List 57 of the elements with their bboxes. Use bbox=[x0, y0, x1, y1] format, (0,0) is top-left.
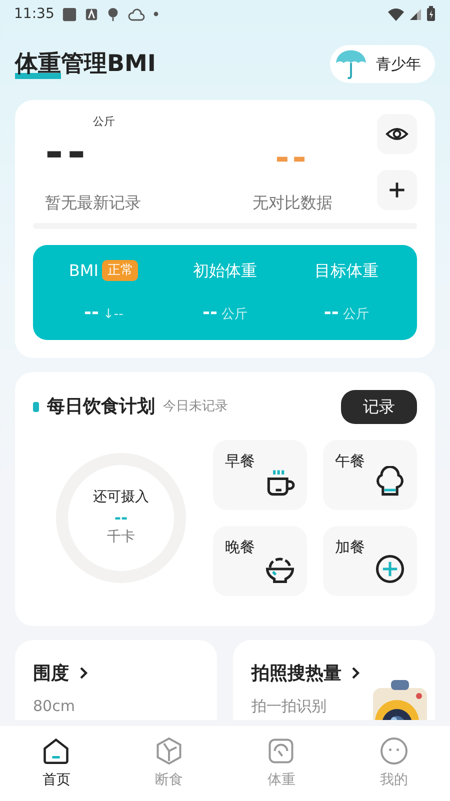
stat-label: BMI bbox=[68, 260, 98, 282]
accent-mark bbox=[33, 402, 39, 412]
chevron-right-icon bbox=[349, 666, 362, 680]
plus-circle-icon bbox=[373, 552, 407, 586]
app-icon bbox=[62, 6, 78, 22]
status-time: 11:35 bbox=[14, 4, 54, 24]
wifi-icon bbox=[387, 6, 405, 22]
stat-label: 目标体重 bbox=[314, 260, 378, 282]
meal-label: 加餐 bbox=[335, 536, 366, 558]
weight-value: -- bbox=[45, 130, 91, 174]
dot-icon bbox=[153, 11, 160, 17]
page-title: 体重管理BMI bbox=[15, 50, 156, 81]
battery-icon bbox=[426, 6, 436, 22]
latest-record-text: 暂无最新记录 bbox=[45, 192, 142, 214]
ring-label: 还可摄入 bbox=[93, 488, 149, 507]
section-title: 每日饮食计划 bbox=[47, 395, 155, 419]
signal-icon bbox=[409, 7, 422, 21]
visibility-button[interactable] bbox=[377, 114, 417, 154]
app-icon bbox=[85, 8, 98, 20]
home-icon bbox=[41, 736, 72, 766]
umbrella-icon bbox=[334, 48, 368, 80]
feature-card[interactable]: 拍照搜热量 拍一拍识别 bbox=[233, 640, 435, 720]
weather-icon bbox=[106, 6, 120, 22]
chevron-right-icon bbox=[77, 666, 89, 680]
status-tag: 正常 bbox=[102, 260, 138, 282]
meal-label: 午餐 bbox=[335, 450, 366, 472]
stat-unit: ↓-- bbox=[103, 306, 124, 324]
card-detail: 拍一拍识别 bbox=[251, 696, 328, 716]
youth-mode-button[interactable]: 青少年 bbox=[330, 45, 435, 83]
add-button[interactable] bbox=[377, 170, 417, 210]
stat-value: -- bbox=[84, 300, 99, 324]
meal-tile[interactable]: 午餐 bbox=[323, 440, 417, 510]
meal-tile[interactable]: 加餐 bbox=[323, 526, 417, 596]
nav-tab[interactable]: 首页 bbox=[0, 736, 112, 791]
meal-tile[interactable]: 晚餐 bbox=[213, 526, 307, 596]
stat-unit: 公斤 bbox=[342, 306, 369, 324]
meal-tile[interactable]: 早餐 bbox=[213, 440, 307, 510]
meal-label: 早餐 bbox=[225, 450, 256, 472]
compare-text: 无对比数据 bbox=[252, 192, 332, 214]
feature-card[interactable]: 围度 80cm bbox=[15, 640, 218, 720]
card-title: 围度 bbox=[33, 662, 69, 686]
compare-value: -- bbox=[275, 140, 310, 174]
card-title: 拍照搜热量 bbox=[251, 662, 342, 686]
stat-value: -- bbox=[324, 300, 339, 324]
record-status: 今日未记录 bbox=[163, 398, 228, 416]
cloud-icon bbox=[128, 6, 146, 22]
ring-value: -- bbox=[114, 508, 128, 528]
smiley-icon bbox=[378, 736, 409, 766]
stat-value: -- bbox=[202, 300, 218, 324]
ring-unit: 千卡 bbox=[107, 528, 135, 548]
stat-label: 初始体重 bbox=[192, 260, 257, 282]
card-detail: 80cm bbox=[33, 696, 76, 716]
unit-label: 公斤 bbox=[93, 114, 116, 130]
record-button[interactable]: 记录 bbox=[341, 390, 417, 424]
meal-label: 晚餐 bbox=[225, 536, 256, 558]
scale-icon bbox=[266, 736, 296, 766]
stat-unit: 公斤 bbox=[221, 306, 248, 324]
